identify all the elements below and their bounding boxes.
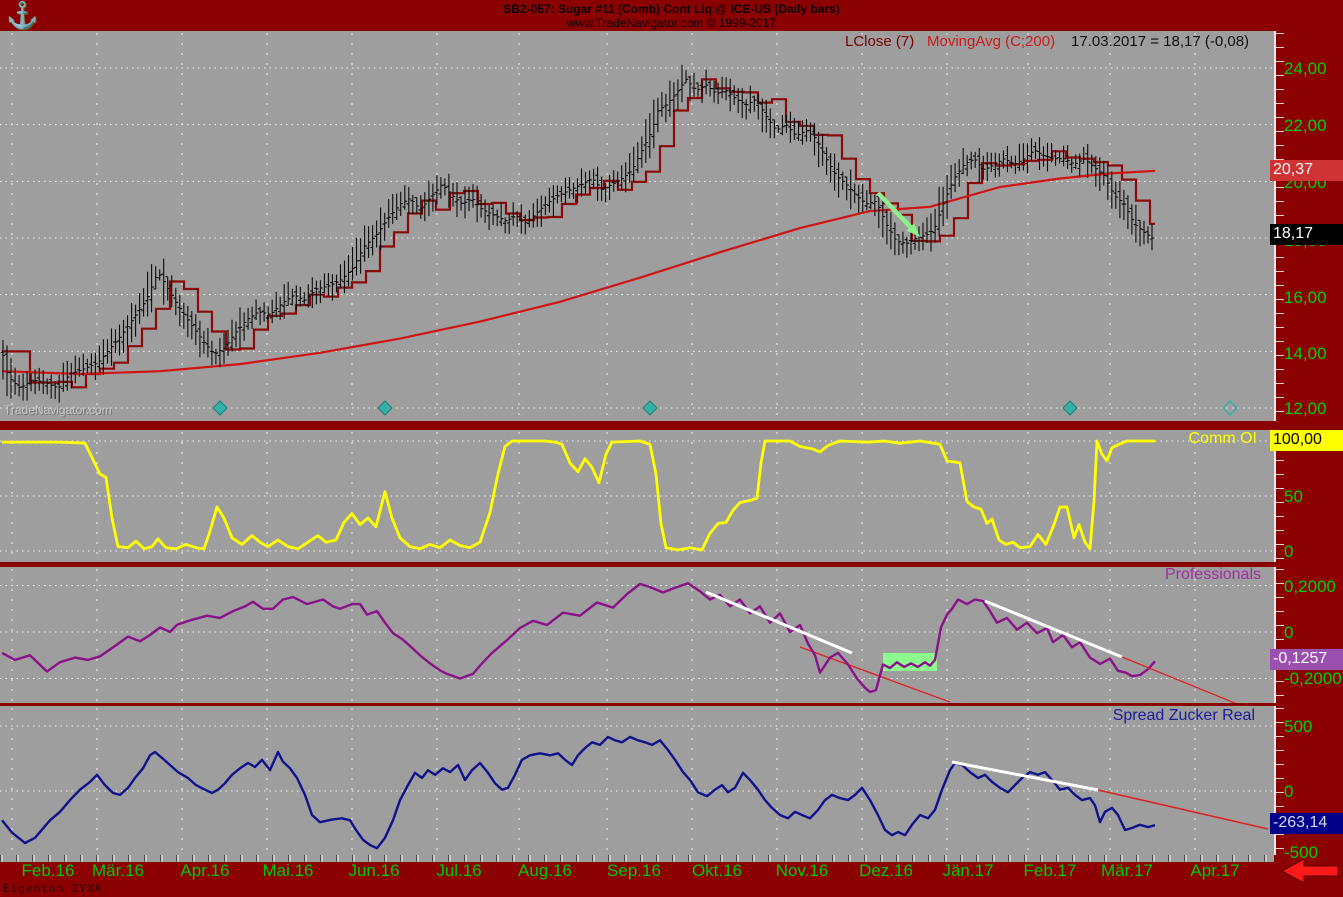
white-trendline[interactable] [706,592,852,653]
x-axis-month-label: Apr.17 [1190,861,1239,881]
x-axis-month-label: Dez.16 [859,861,913,881]
rollover-diamond-marker [643,401,657,415]
chart-title: SB2-057: Sugar #11 (Comb) Cont Liq @ ICE… [0,2,1343,16]
legend-lclose[interactable]: LClose (7) [845,33,914,50]
spread-line [2,737,1155,848]
professionals-scale-label: -0,2000 [1284,669,1342,689]
rollover-diamond-marker [1063,401,1077,415]
legend-movingavg[interactable]: MovingAvg (C;200) [927,33,1055,50]
scroll-left-arrow[interactable] [1280,858,1340,886]
price-scale-label: 12,00 [1284,399,1327,419]
x-axis-month-label: Nov.16 [776,861,829,881]
comm-oi-scale-label: 50 [1284,487,1303,507]
lclose-step-line [2,79,1155,387]
professionals-scale-label: 0 [1284,623,1293,643]
last-price-badge: 18,17 [1270,224,1343,245]
watermark: TradeNavigator.com [4,403,112,417]
spread-panel-title: Spread Zucker Real [1113,707,1255,725]
rollover-diamond-marker-hollow [1223,401,1237,415]
rollover-diamond-marker [213,401,227,415]
comm-oi-value-badge: 100,00 [1270,430,1343,451]
moving-average-line [2,171,1155,374]
comm-oi-panel-title: Comm OI [1189,430,1257,448]
x-axis-month-label: Apr.16 [180,861,229,881]
x-axis-month-label: Aug.16 [518,861,572,881]
professionals-value-badge: -0,1257 [1270,649,1343,670]
price-scale-label: 24,00 [1284,59,1327,79]
ma-value-badge: 20,37 [1270,160,1343,181]
comm-oi-line [2,441,1155,550]
comm-oi-scale-ticks[interactable] [1276,432,1284,560]
x-axis-month-label: Mär.16 [92,861,144,881]
price-scale-label: 14,00 [1284,344,1327,364]
red-trendline[interactable] [1122,657,1242,703]
copyright-line: www.TradeNavigator.com © 1999-2017 [0,16,1343,30]
x-axis-month-label: Jun.16 [348,861,399,881]
professionals-line [2,583,1155,692]
x-axis-month-label: Mär.17 [1101,861,1153,881]
x-axis-month-label: Feb.17 [1024,861,1077,881]
x-axis-month-label: Sep.16 [607,861,661,881]
trade-navigator-window: ⚓ SB2-057: Sugar #11 (Comb) Cont Liq @ I… [0,0,1343,897]
price-scale-label: 22,00 [1284,116,1327,136]
x-axis-month-label: Mai.16 [262,861,313,881]
x-axis-month-label: Jän.17 [942,861,993,881]
x-axis-month-label: Okt.16 [692,861,742,881]
comm-oi-chart-canvas[interactable] [0,430,1274,562]
comm-oi-scale-label: 0 [1284,542,1293,562]
price-scale-label: 16,00 [1284,288,1327,308]
spread-scale-label: 500 [1284,717,1312,737]
red-trendline[interactable] [1098,790,1268,829]
professionals-chart-canvas[interactable] [0,567,1274,703]
professionals-scale-label: 0,2000 [1284,577,1336,597]
x-axis-month-label: Jul.16 [436,861,481,881]
professionals-panel-title: Professionals [1165,566,1261,584]
spread-chart-canvas[interactable] [0,706,1274,855]
title-bar: ⚓ SB2-057: Sugar #11 (Comb) Cont Liq @ I… [0,0,1343,30]
x-axis-month-label: Feb.16 [22,861,75,881]
spread-value-badge: -263,14 [1270,813,1343,834]
rollover-diamond-marker [378,401,392,415]
professionals-scale-ticks[interactable] [1276,569,1284,701]
legend-last-quote: 17.03.2017 = 18,17 (-0,08) [1071,33,1249,50]
white-trendline[interactable] [985,601,1122,657]
price-chart-canvas[interactable] [0,31,1274,421]
footer-ownership-label: Eigentum ZYXA [3,882,102,895]
spread-scale-label: 0 [1284,782,1293,802]
